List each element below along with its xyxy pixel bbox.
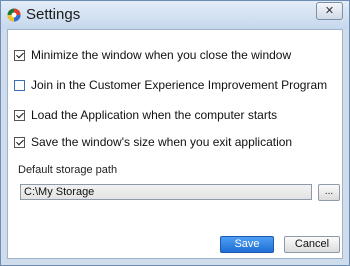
option-join-ceip[interactable]: Join in the Customer Experience Improvem… [14,77,327,93]
minimize-checkbox[interactable] [14,49,25,61]
option-label: Load the Application when the computer s… [31,108,278,122]
browse-button[interactable]: ... [318,184,340,201]
storage-path-label: Default storage path [18,164,118,176]
save-button[interactable]: Save [220,236,274,253]
storage-path-field[interactable]: C:\My Storage [20,184,312,200]
option-load-on-startup[interactable]: Load the Application when the computer s… [14,107,277,123]
option-label: Save the window's size when you exit app… [31,135,293,149]
save-size-checkbox[interactable] [14,136,25,148]
option-label: Minimize the window when you close the w… [31,48,292,62]
option-minimize-on-close[interactable]: Minimize the window when you close the w… [14,47,291,63]
settings-panel: Minimize the window when you close the w… [7,29,343,259]
cancel-button[interactable]: Cancel [284,236,340,253]
settings-window: Settings ✕ Minimize the window when you … [0,0,350,266]
title-bar[interactable]: Settings ✕ [1,1,349,29]
window-title: Settings [26,6,81,23]
option-save-window-size[interactable]: Save the window's size when you exit app… [14,134,292,150]
app-icon [7,8,21,22]
close-button[interactable]: ✕ [316,2,343,20]
ceip-checkbox[interactable] [14,79,25,91]
startup-checkbox[interactable] [14,109,25,121]
option-label: Join in the Customer Experience Improvem… [31,78,328,92]
